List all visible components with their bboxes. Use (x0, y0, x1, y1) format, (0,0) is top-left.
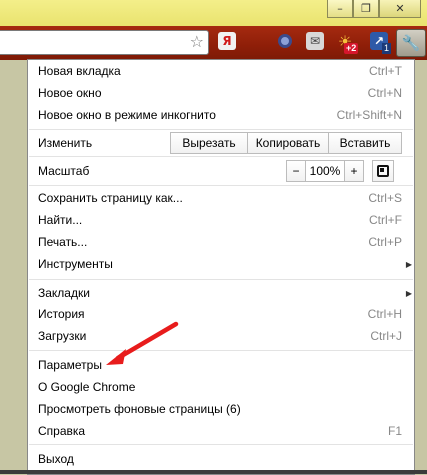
menu-item-label: Выход (38, 452, 74, 466)
menu-item-zoom: Масштаб (38, 161, 89, 181)
paste-button[interactable]: Вставить (329, 132, 402, 154)
menu-item-incognito[interactable]: Новое окно в режиме инкогнито Ctrl+Shift… (38, 105, 402, 125)
menu-item-label: Новое окно в режиме инкогнито (38, 108, 216, 122)
window-titlebar: – ❐ ✕ (0, 0, 427, 26)
menu-item-background-pages[interactable]: Просмотреть фоновые страницы (6) (38, 399, 402, 419)
menu-item-settings[interactable]: Параметры (38, 355, 402, 375)
close-button[interactable]: ✕ (379, 0, 421, 18)
menu-item-label: Закладки (38, 286, 90, 300)
weather-badge: +2 (344, 43, 359, 54)
menu-item-find[interactable]: Найти... Ctrl+F (38, 210, 402, 230)
menu-item-label: Масштаб (38, 164, 90, 178)
zoom-out-button[interactable]: − (286, 160, 306, 182)
menu-item-shortcut: Ctrl+H (367, 307, 402, 321)
menu-item-label: Изменить (38, 136, 93, 150)
edit-buttons: Вырезать Копировать Вставить (170, 132, 402, 154)
menu-item-shortcut: Ctrl+Shift+N (336, 108, 402, 122)
fullscreen-button[interactable] (372, 160, 394, 182)
menu-item-label: Параметры (38, 358, 102, 372)
address-bar[interactable]: ☆ (0, 30, 209, 55)
menu-item-shortcut: Ctrl+T (369, 64, 402, 78)
menu-separator (29, 156, 413, 157)
menu-item-label: Загрузки (38, 329, 87, 343)
menu-item-label: История (38, 307, 85, 321)
menu-separator (29, 185, 413, 186)
menu-item-label: Найти... (38, 213, 83, 227)
taskbar-edge (0, 470, 427, 474)
menu-item-shortcut: Ctrl+S (368, 191, 402, 205)
menu-item-exit[interactable]: Выход (38, 449, 402, 469)
menu-item-label: Сохранить страницу как... (38, 191, 183, 205)
chrome-main-menu: Новая вкладка Ctrl+T Новое окно Ctrl+N Н… (27, 59, 415, 475)
menu-item-new-window[interactable]: Новое окно Ctrl+N (38, 83, 402, 103)
minimize-button[interactable]: – (327, 0, 353, 18)
restore-button[interactable]: ❐ (353, 0, 379, 18)
pin-badge: 1 (382, 43, 392, 54)
menu-item-new-tab[interactable]: Новая вкладка Ctrl+T (38, 61, 402, 81)
circle-extension-icon[interactable] (276, 32, 294, 50)
zoom-value: 100% (306, 160, 344, 182)
menu-separator (29, 129, 413, 130)
fullscreen-icon (377, 165, 389, 177)
menu-item-help[interactable]: Справка F1 (38, 421, 402, 441)
cut-button[interactable]: Вырезать (170, 132, 248, 154)
menu-item-about[interactable]: О Google Chrome (38, 377, 402, 397)
menu-item-label: Новое окно (38, 86, 102, 100)
menu-item-label: О Google Chrome (38, 380, 136, 394)
menu-item-downloads[interactable]: Загрузки Ctrl+J (38, 326, 402, 346)
menu-item-bookmarks[interactable]: Закладки ▶ (38, 283, 412, 303)
menu-item-label: Инструменты (38, 257, 113, 271)
menu-item-tools[interactable]: Инструменты ▶ (38, 254, 412, 274)
menu-item-history[interactable]: История Ctrl+H (38, 304, 402, 324)
menu-item-shortcut: Ctrl+F (369, 213, 402, 227)
bookmark-star-icon[interactable]: ☆ (190, 32, 204, 51)
menu-item-shortcut: Ctrl+J (370, 329, 402, 343)
menu-item-shortcut: Ctrl+P (368, 235, 402, 249)
menu-item-save-page[interactable]: Сохранить страницу как... Ctrl+S (38, 188, 402, 208)
menu-item-print[interactable]: Печать... Ctrl+P (38, 232, 402, 252)
menu-separator (29, 444, 413, 445)
copy-button[interactable]: Копировать (248, 132, 329, 154)
zoom-controls: − 100% + (286, 160, 394, 182)
wrench-icon: 🔧 (401, 34, 421, 52)
wrench-menu-button[interactable]: 🔧 (396, 29, 426, 57)
menu-item-label: Справка (38, 424, 86, 438)
menu-item-edit: Изменить (38, 133, 92, 153)
menu-item-label: Новая вкладка (38, 64, 121, 78)
submenu-arrow-icon: ▶ (405, 288, 412, 298)
window-controls: – ❐ ✕ (327, 0, 421, 18)
zoom-in-button[interactable]: + (344, 160, 364, 182)
browser-toolbar: ☆ Я ✉ ☀ +2 ↗ 1 🔧 (0, 26, 427, 60)
menu-item-label: Просмотреть фоновые страницы (6) (38, 402, 241, 416)
yandex-extension-icon[interactable]: Я (218, 32, 236, 50)
menu-item-label: Печать... (38, 235, 88, 249)
menu-item-shortcut: F1 (387, 424, 402, 438)
mail-extension-icon[interactable]: ✉ (306, 32, 324, 50)
menu-separator (29, 350, 413, 351)
menu-item-shortcut: Ctrl+N (367, 86, 402, 100)
menu-separator (29, 279, 413, 280)
submenu-arrow-icon: ▶ (405, 259, 412, 269)
